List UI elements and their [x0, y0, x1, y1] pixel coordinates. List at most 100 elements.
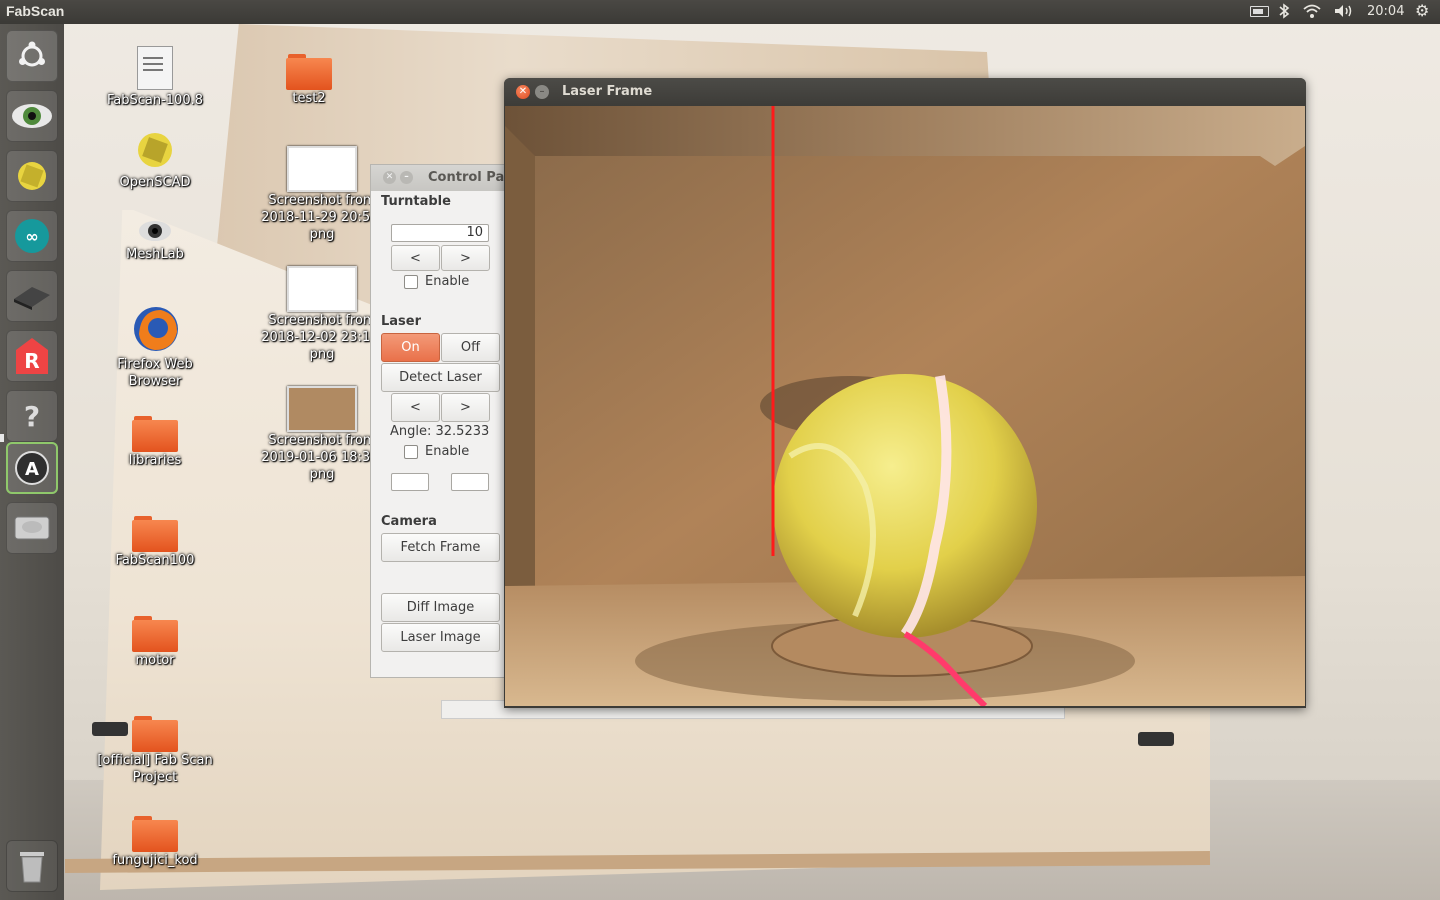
desktop-icon-motor[interactable]: motor: [100, 610, 210, 669]
svg-text:A: A: [25, 459, 39, 480]
desktop-icon-label: MeshLab: [126, 247, 184, 262]
launcher: ∞ R ? A: [0, 24, 64, 900]
image-thumbnail-icon: [287, 386, 357, 432]
clock[interactable]: 20:04: [1367, 4, 1404, 22]
launcher-dash-home[interactable]: [6, 30, 58, 82]
turntable-prev-button[interactable]: <: [391, 245, 440, 271]
desktop-icon-openscad[interactable]: OpenSCAD: [100, 128, 210, 191]
diff-image-button[interactable]: Diff Image: [381, 593, 500, 622]
launcher-drive[interactable]: [6, 502, 58, 554]
minimize-icon[interactable]: –: [535, 85, 549, 99]
top-panel: FabScan 20:04 ⚙: [0, 0, 1440, 24]
svg-text:∞: ∞: [25, 227, 38, 246]
help-icon: ?: [23, 399, 41, 433]
laser-field-a[interactable]: [391, 473, 429, 491]
trash-icon: [6, 840, 58, 892]
desktop-icon-meshlab[interactable]: MeshLab: [100, 218, 210, 263]
turntable-next-button[interactable]: >: [441, 245, 490, 271]
folder-icon: [132, 716, 178, 752]
svg-text:R: R: [24, 349, 39, 373]
turntable-enable-label: Enable: [425, 274, 470, 289]
desktop-icon-label: FabScan100: [115, 553, 195, 568]
meshlab-icon: [131, 218, 179, 244]
ubuntu-logo-icon: [6, 30, 58, 82]
firefox-icon: [131, 304, 179, 354]
desktop-icon-label: motor: [135, 653, 175, 668]
launcher-arduino[interactable]: ∞: [6, 210, 58, 262]
updater-icon: A: [6, 442, 58, 494]
launcher-software-updater[interactable]: A: [6, 442, 58, 494]
close-icon[interactable]: ✕: [516, 85, 530, 99]
folder-icon: [286, 54, 332, 90]
openscad-icon: [131, 128, 179, 172]
desktop-icon-label: Firefox Web Browser: [117, 357, 193, 389]
desktop-icon-fungujici-kod[interactable]: fungujici_kod: [100, 810, 210, 869]
turntable-enable-checkbox[interactable]: [404, 275, 418, 289]
repetier-icon: R: [6, 330, 58, 382]
folder-icon: [132, 516, 178, 552]
wallpaper-hinge: [1138, 732, 1174, 746]
tennis-ball: [773, 374, 1037, 638]
detect-laser-button[interactable]: Detect Laser: [381, 363, 500, 392]
wifi-icon[interactable]: [1302, 3, 1322, 21]
minimize-icon[interactable]: –: [400, 171, 413, 184]
desktop-icon-firefox[interactable]: Firefox Web Browser: [100, 304, 210, 390]
volume-icon[interactable]: [1333, 3, 1355, 21]
laser-prev-button[interactable]: <: [391, 393, 440, 422]
desktop-icon-label: libraries: [128, 453, 182, 468]
laser-image-button[interactable]: Laser Image: [381, 623, 500, 652]
launcher-scanner[interactable]: [6, 270, 58, 322]
desktop-icon-libraries[interactable]: libraries: [100, 410, 210, 469]
launcher-help[interactable]: ?: [6, 390, 58, 442]
app-title: FabScan: [6, 3, 65, 19]
laser-frame-window[interactable]: ✕ – Laser Frame: [504, 78, 1306, 708]
laser-next-button[interactable]: >: [441, 393, 490, 422]
folder-icon: [132, 616, 178, 652]
folder-icon: [132, 416, 178, 452]
camera-heading: Camera: [381, 514, 437, 529]
active-indicator: [0, 434, 4, 442]
laser-enable-checkbox[interactable]: [404, 445, 418, 459]
image-thumbnail-icon: [287, 146, 357, 192]
arduino-icon: ∞: [6, 210, 58, 262]
session-gear-icon[interactable]: ⚙: [1415, 1, 1433, 20]
eye-icon: [6, 90, 58, 142]
desktop-icon-fabscan-1008[interactable]: FabScan-100.8: [100, 46, 210, 109]
launcher-eye-app[interactable]: [6, 90, 58, 142]
laser-enable-label: Enable: [425, 444, 470, 459]
laser-frame-titlebar[interactable]: ✕ – Laser Frame: [504, 78, 1306, 106]
laser-angle-readout: Angle: 32.5233: [390, 424, 490, 439]
desktop-icon-fabscan100[interactable]: FabScan100: [100, 510, 210, 569]
launcher-repetier[interactable]: R: [6, 330, 58, 382]
desktop-icon-test2[interactable]: test2: [254, 48, 364, 107]
scanner-icon: [6, 270, 58, 322]
openscad-icon: [6, 150, 58, 202]
bluetooth-icon[interactable]: [1278, 3, 1292, 21]
desktop-icon-label: fungujici_kod: [112, 853, 198, 868]
close-icon[interactable]: ✕: [383, 171, 396, 184]
drive-icon: [6, 502, 58, 554]
launcher-openscad[interactable]: [6, 150, 58, 202]
desktop-icon-label: [official] Fab Scan Project: [97, 753, 213, 785]
laser-heading: Laser: [381, 314, 422, 329]
desktop-icon-label: FabScan-100.8: [106, 93, 203, 108]
launcher-trash[interactable]: [6, 840, 58, 892]
window-title: Control Pa: [428, 170, 505, 185]
image-thumbnail-icon: [287, 266, 357, 312]
turntable-steps-field[interactable]: 10: [391, 224, 489, 242]
desktop-icon-label: test2: [292, 91, 326, 106]
desktop-icon-official-fab-scan[interactable]: [official] Fab Scan Project: [94, 710, 216, 786]
turntable-heading: Turntable: [381, 194, 451, 209]
laser-off-button[interactable]: Off: [441, 333, 500, 362]
laser-field-b[interactable]: [451, 473, 489, 491]
document-icon: [137, 46, 173, 90]
desktop-icon-label: OpenSCAD: [119, 175, 191, 190]
window-title: Laser Frame: [562, 84, 653, 99]
battery-icon[interactable]: [1250, 3, 1270, 21]
laser-on-button[interactable]: On: [381, 333, 440, 362]
control-panel-titlebar[interactable]: ✕ – Control Pa: [371, 165, 511, 191]
folder-icon: [132, 816, 178, 852]
fetch-frame-button[interactable]: Fetch Frame: [381, 533, 500, 562]
control-panel-window[interactable]: ✕ – Control Pa Turntable 10 < > Enable L…: [370, 164, 512, 678]
camera-frame-image: [505, 106, 1305, 706]
